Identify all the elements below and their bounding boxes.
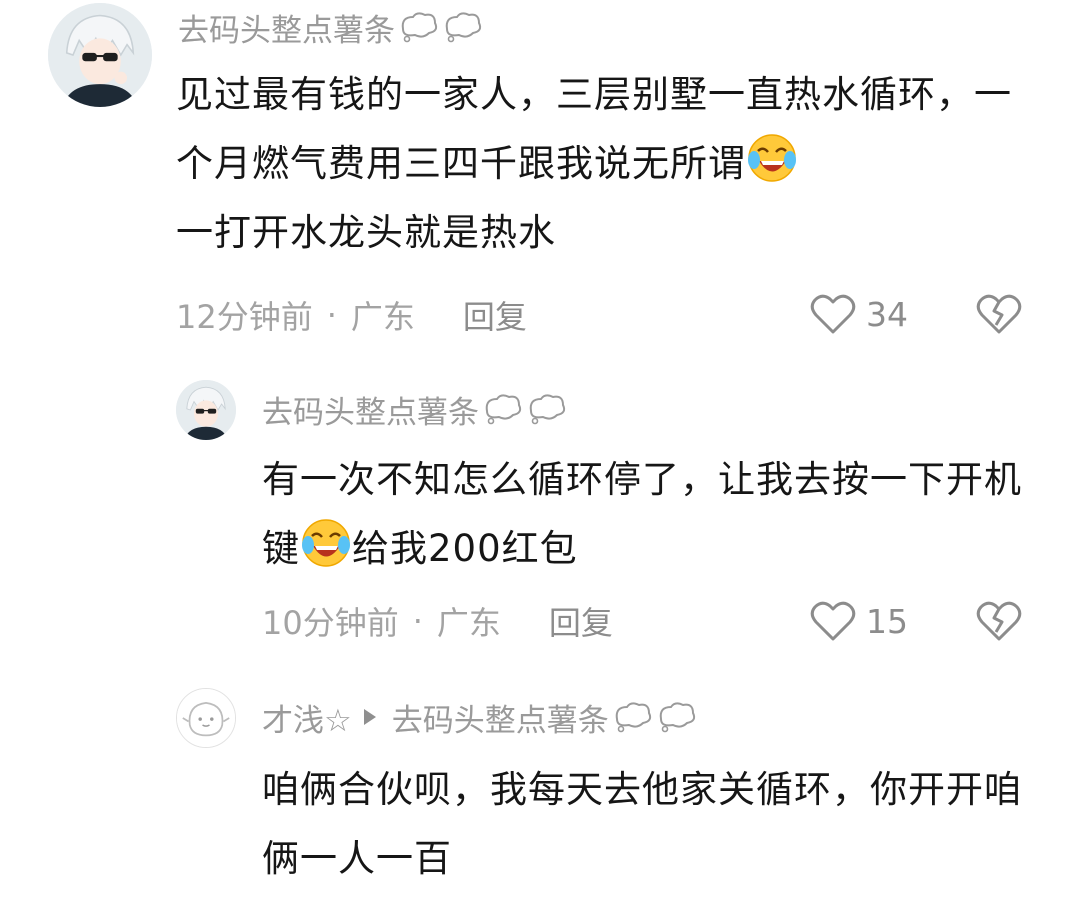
comment-meta: 10分钟前 · 广东 回复 <box>262 598 613 644</box>
laugh-cry-emoji <box>300 517 352 569</box>
dislike-button[interactable] <box>976 600 1022 642</box>
reply-to-username[interactable]: 去码头整点薯条 <box>392 695 609 740</box>
comment-meta: 12分钟前 · 广东 回复 <box>176 292 527 338</box>
comment-text-body: 咱俩合伙呗，我每天去他家关循环，你开开咱俩一人一百 <box>262 768 1022 880</box>
avatar[interactable] <box>176 688 236 748</box>
avatar-image <box>48 3 152 107</box>
separator-dot: · <box>412 602 423 640</box>
username-row: 去码头整点薯条 <box>262 386 569 432</box>
play-arrow-icon <box>362 707 378 727</box>
username[interactable]: 才浅☆ <box>262 695 352 740</box>
comment-text: 咱俩合伙呗，我每天去他家关循环，你开开咱俩一人一百 <box>262 755 1022 893</box>
thought-bubble-icon <box>611 699 699 735</box>
thought-bubble-icon <box>397 9 485 45</box>
username[interactable]: 去码头整点薯条 <box>262 387 479 432</box>
timestamp: 10分钟前 <box>262 604 399 642</box>
comment-text-part1: 见过最有钱的一家人，三层别墅一直热水循环，一个月燃气费用三四千跟我说无所谓 <box>176 73 1012 185</box>
comment-text: 有一次不知怎么循环停了，让我去按一下开机键 给我200红包 <box>262 445 1042 583</box>
separator-dot: · <box>326 296 337 334</box>
heart-outline-icon <box>810 293 856 335</box>
heart-outline-icon <box>810 600 856 642</box>
location: 广东 <box>350 298 415 336</box>
comment-text: 见过最有钱的一家人，三层别墅一直热水循环，一个月燃气费用三四千跟我说无所谓一打开… <box>176 60 1036 267</box>
reply-button[interactable]: 回复 <box>463 292 527 338</box>
like-button[interactable]: 34 <box>810 290 908 338</box>
username-row: 去码头整点薯条 <box>178 4 485 50</box>
laugh-cry-emoji <box>746 132 798 184</box>
like-count: 15 <box>866 601 908 641</box>
reply-button[interactable]: 回复 <box>549 598 613 644</box>
comment-text-part2: 一打开水龙头就是热水 <box>176 211 556 254</box>
timestamp: 12分钟前 <box>176 298 313 336</box>
username-row: 才浅☆ 去码头整点薯条 <box>262 694 699 740</box>
like-count: 34 <box>866 294 908 334</box>
dislike-button[interactable] <box>976 293 1022 335</box>
comment-text-part2: 给我200红包 <box>352 527 578 570</box>
username[interactable]: 去码头整点薯条 <box>178 5 395 50</box>
avatar-image <box>177 689 235 747</box>
avatar[interactable] <box>48 3 152 107</box>
broken-heart-icon <box>976 293 1022 335</box>
like-button[interactable]: 15 <box>810 597 908 645</box>
avatar-image <box>176 380 236 440</box>
broken-heart-icon <box>976 600 1022 642</box>
thought-bubble-icon <box>481 391 569 427</box>
location: 广东 <box>436 604 501 642</box>
avatar[interactable] <box>176 380 236 440</box>
